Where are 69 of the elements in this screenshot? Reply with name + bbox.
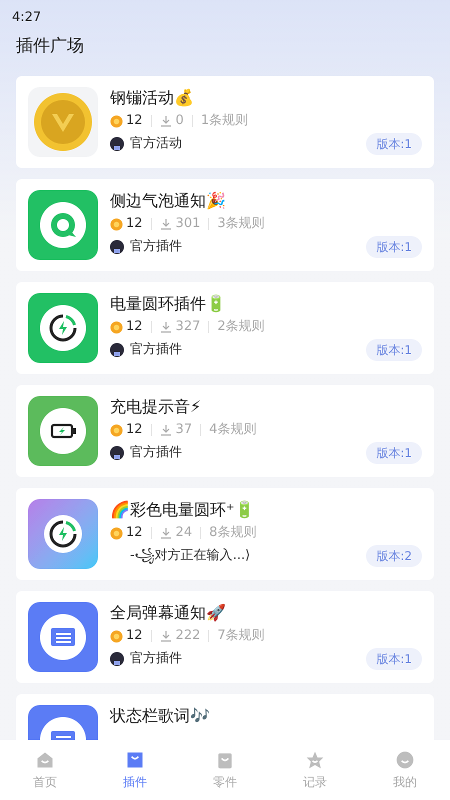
coin-icon	[110, 526, 123, 540]
rule-count: 8条规则	[209, 524, 256, 542]
plugin-icon	[28, 190, 98, 260]
plugin-title: 钢镚活动💰	[110, 87, 195, 109]
plugin-card[interactable]: 电量圆环插件🔋 12 327 2条规则 官方插件 版本:1	[16, 282, 434, 374]
plugin-card[interactable]: 全局弹幕通知🚀 12 222 7条规则 官方插件 版本:1	[16, 591, 434, 683]
author-name: 官方插件	[130, 341, 182, 360]
coin-count: 12	[126, 318, 143, 336]
download-count: 0	[176, 112, 184, 130]
plugin-card[interactable]: 钢镚活动💰 12 0 1条规则 官方活动 版本:1	[16, 76, 434, 168]
plugin-title: 🌈彩色电量圆环⁺🔋	[110, 499, 256, 521]
coin-count: 12	[126, 215, 143, 233]
author-name: 官方插件	[130, 444, 182, 462]
plugin-icon	[28, 602, 98, 672]
download-count: 301	[176, 215, 200, 233]
plugin-icon	[28, 293, 98, 363]
download-count: 222	[176, 627, 200, 645]
coin-count: 12	[126, 627, 143, 645]
version-badge: 版本:1	[366, 339, 422, 361]
page-title: 插件广场	[16, 36, 84, 56]
coin-icon	[110, 424, 123, 436]
smiley-icon	[395, 750, 415, 770]
author-name: 官方插件	[130, 650, 182, 668]
nav-tab[interactable]: 插件	[90, 740, 180, 800]
download-icon	[160, 218, 172, 230]
star-icon	[305, 750, 325, 770]
rule-count: 4条规则	[209, 421, 256, 439]
author-name: 官方插件	[130, 238, 182, 256]
download-icon	[160, 424, 172, 436]
status-time: 4:27	[12, 10, 42, 25]
plugin-icon	[28, 87, 98, 157]
download-count: 37	[176, 421, 192, 439]
download-icon	[160, 115, 172, 127]
download-icon	[160, 527, 172, 539]
download-icon	[160, 630, 172, 642]
plugin-card[interactable]: 充电提示音⚡ 12 37 4条规则 官方插件 版本:1	[16, 385, 434, 477]
plugin-card[interactable]: 🌈彩色电量圆环⁺🔋 12 24 8条规则 -꧁对方正在输入...⟩ 版本:2	[16, 488, 434, 580]
coin-icon	[110, 218, 123, 230]
plugin-title: 充电提示音⚡	[110, 396, 202, 418]
download-icon	[160, 321, 172, 333]
rule-count: 2条规则	[217, 318, 265, 336]
plugin-title: 全局弹幕通知🚀	[110, 602, 227, 624]
coin-icon	[110, 320, 123, 334]
plugin-title: 侧边气泡通知🎉	[110, 190, 227, 212]
author-name: 官方活动	[130, 135, 182, 154]
version-badge: 版本:1	[366, 648, 422, 670]
plugin-card[interactable]: 侧边气泡通知🎉 12 301 3条规则 官方插件 版本:1	[16, 179, 434, 271]
download-count: 24	[176, 524, 192, 542]
rule-count: 3条规则	[217, 215, 265, 233]
home-icon	[35, 750, 55, 770]
bag-icon	[125, 750, 145, 770]
coin-icon	[110, 114, 123, 128]
rule-count: 7条规则	[217, 627, 265, 645]
plugin-icon	[28, 396, 98, 466]
plugin-card[interactable]: 状态栏歌词🎶	[16, 694, 434, 740]
plugin-icon	[28, 499, 98, 569]
rule-count: 1条规则	[200, 112, 248, 130]
coin-icon	[110, 630, 123, 642]
coin-count: 12	[126, 112, 143, 130]
version-badge: 版本:1	[366, 442, 422, 464]
download-count: 327	[176, 318, 200, 336]
coin-count: 12	[126, 524, 143, 542]
plugin-title: 状态栏歌词🎶	[110, 705, 211, 727]
author-name: -꧁对方正在输入...⟩	[130, 546, 250, 566]
version-badge: 版本:1	[366, 133, 422, 155]
version-badge: 版本:1	[366, 236, 422, 258]
coin-count: 12	[126, 421, 143, 439]
plugin-title: 电量圆环插件🔋	[110, 293, 227, 315]
version-badge: 版本:2	[366, 545, 422, 567]
